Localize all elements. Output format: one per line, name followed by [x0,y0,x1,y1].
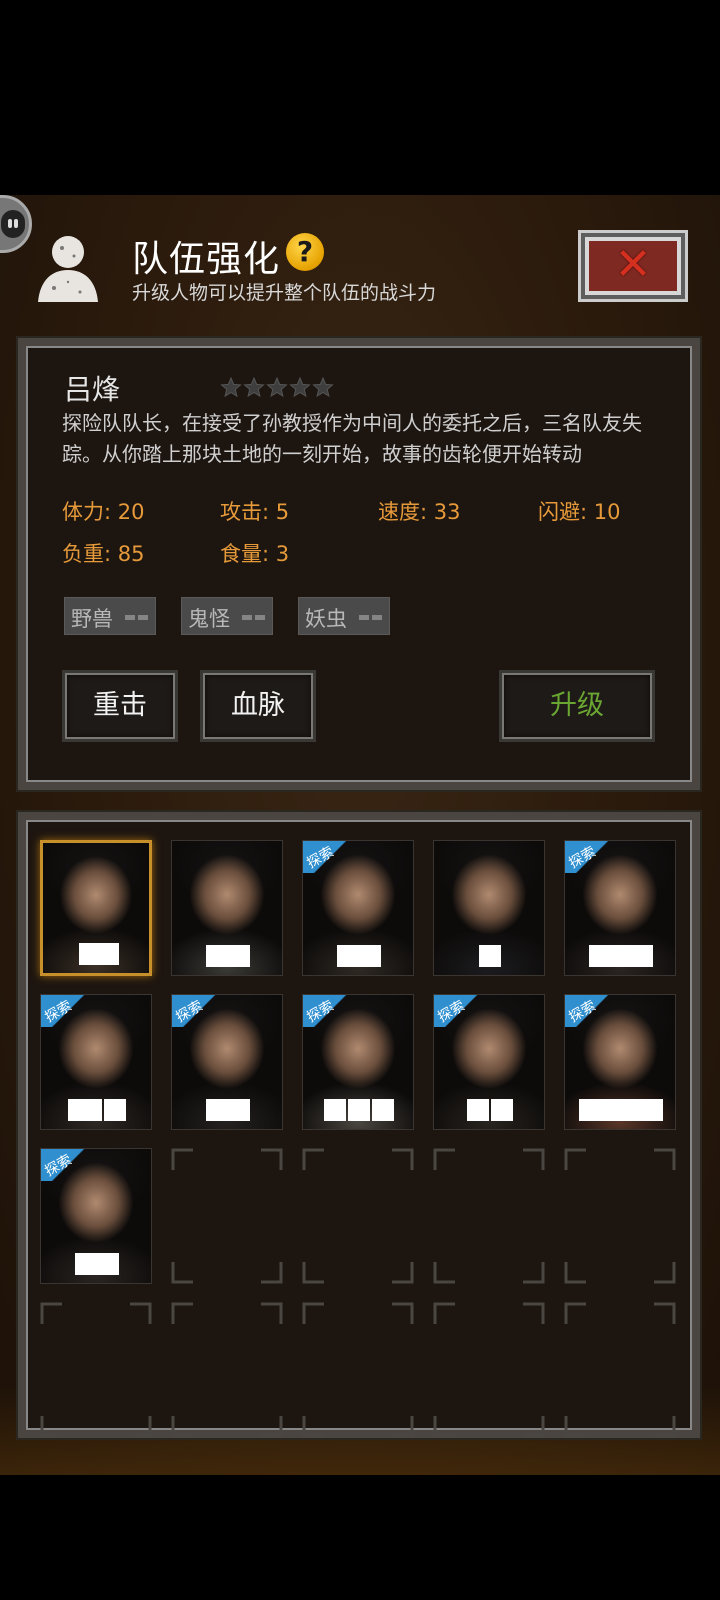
explore-badge: 探索 [303,841,359,873]
close-icon: ✕ [614,239,652,290]
character-slot[interactable] [433,840,545,976]
character-name-label [348,1099,370,1121]
skill-bloodline-button[interactable]: 血脉 [200,670,316,742]
character-slot[interactable]: 探索 [40,1148,152,1284]
stat-stamina: 体力: 20 [62,500,145,524]
trait-tag-ghost: 鬼怪 [181,597,273,635]
trait-tag-beast: 野兽 [64,597,156,635]
trait-tag-label: 鬼怪 [188,607,230,631]
empty-character-slot [40,1302,152,1438]
trait-level-indicator [242,615,266,620]
skill-heavy-strike-button[interactable]: 重击 [62,670,178,742]
explore-badge: 探索 [172,995,228,1027]
empty-slot-corners [171,1302,283,1438]
character-name-label [79,943,119,965]
page-title: 队伍强化 [132,239,281,280]
character-slot[interactable] [40,840,152,976]
explore-badge-label: 探索 [42,1151,75,1180]
empty-slot-corners [40,1302,152,1438]
rating-star [312,377,334,398]
explore-badge: 探索 [41,995,97,1027]
character-name-label [75,1253,119,1275]
trait-tag-label: 妖虫 [305,607,347,631]
empty-character-slot [302,1148,414,1284]
character-name-label [337,945,381,967]
character-name: 吕烽 [64,373,121,406]
explore-badge-label: 探索 [304,997,337,1026]
character-name-label [206,1099,250,1121]
character-slot[interactable]: 探索 [433,994,545,1130]
empty-character-slot [171,1302,283,1438]
empty-slot-corners [564,1302,676,1438]
character-slot[interactable] [171,840,283,976]
character-name-label [372,1099,394,1121]
empty-character-slot [302,1302,414,1438]
stat-speed: 速度: 33 [378,500,461,524]
character-name-label [491,1099,513,1121]
character-name-label [324,1099,346,1121]
explore-badge-label: 探索 [173,997,206,1026]
help-icon[interactable]: ? [286,233,324,271]
explore-badge-label: 探索 [304,843,337,872]
character-slot[interactable]: 探索 [40,994,152,1130]
empty-slot-corners [302,1148,414,1284]
star-rating [220,377,334,398]
stat-food-intake: 食量: 3 [220,542,290,566]
explore-badge: 探索 [565,841,621,873]
page-subtitle: 升级人物可以提升整个队伍的战斗力 [132,282,437,304]
trait-level-indicator [359,615,383,620]
empty-character-slot [564,1148,676,1284]
empty-slot-corners [433,1302,545,1438]
stat-carry-weight: 负重: 85 [62,542,145,566]
empty-character-slot [171,1148,283,1284]
character-name-label [206,945,250,967]
character-slot[interactable]: 探索 [171,994,283,1130]
character-name-label [589,945,653,967]
empty-character-slot [564,1302,676,1438]
explore-badge: 探索 [41,1149,97,1181]
rating-star [289,377,311,398]
character-name-label [104,1099,126,1121]
character-name-label [479,945,501,967]
character-name-label [467,1099,489,1121]
character-slot[interactable]: 探索 [564,994,676,1130]
character-slot[interactable]: 探索 [302,840,414,976]
empty-character-slot [433,1148,545,1284]
character-silhouette-icon [38,236,98,302]
character-description: 探险队队长，在接受了孙教授作为中间人的委托之后，三名队友失踪。从你踏上那块土地的… [62,411,642,466]
explore-badge-label: 探索 [435,997,468,1026]
close-button[interactable]: ✕ [578,230,688,302]
stat-dodge: 闪避: 10 [538,500,621,524]
character-name-label [579,1099,663,1121]
rating-star [220,377,242,398]
bottom-black-bar [0,1475,720,1600]
empty-character-slot [433,1302,545,1438]
trait-tag-label: 野兽 [71,607,113,631]
explore-badge-label: 探索 [566,843,599,872]
character-slot[interactable]: 探索 [302,994,414,1130]
trait-level-indicator [125,615,149,620]
empty-slot-corners [433,1148,545,1284]
upgrade-button[interactable]: 升级 [499,670,655,742]
explore-badge: 探索 [434,995,490,1027]
empty-slot-corners [171,1148,283,1284]
trait-tag-insect: 妖虫 [298,597,390,635]
rating-star [266,377,288,398]
explore-badge-label: 探索 [566,997,599,1026]
explore-badge: 探索 [303,995,359,1027]
empty-slot-corners [564,1148,676,1284]
empty-slot-corners [302,1302,414,1438]
explore-badge: 探索 [565,995,621,1027]
character-slot[interactable]: 探索 [564,840,676,976]
stat-attack: 攻击: 5 [220,500,290,524]
explore-badge-label: 探索 [42,997,75,1026]
rating-star [243,377,265,398]
character-name-label [68,1099,102,1121]
pause-icon [1,210,25,238]
